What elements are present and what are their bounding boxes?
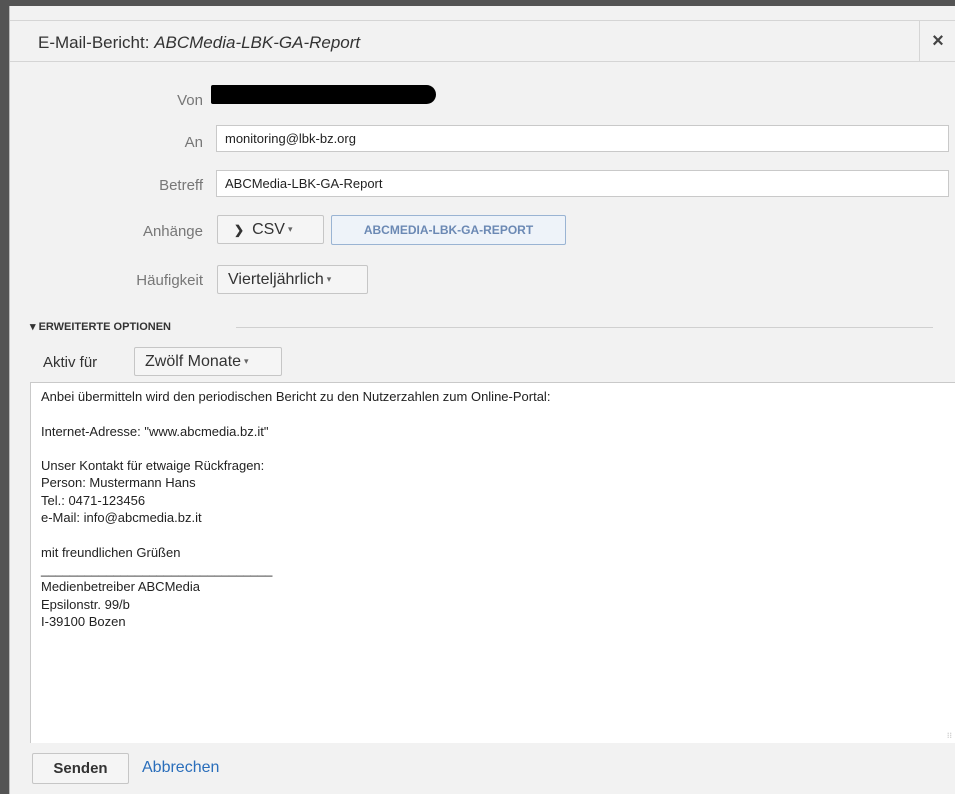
active-for-value: Zwölf Monate xyxy=(145,353,242,370)
email-report-dialog: E-Mail-Bericht: ABCMedia-LBK-GA-Report ×… xyxy=(9,6,955,794)
subject-field[interactable] xyxy=(216,170,949,197)
cancel-link[interactable]: Abbrechen xyxy=(142,759,219,777)
chevron-down-icon: ▾ xyxy=(287,224,293,235)
attachments-label: Anhänge xyxy=(142,223,203,240)
advanced-options-divider xyxy=(236,327,933,328)
chevron-down-icon: ▾ xyxy=(244,356,249,367)
from-value-redacted xyxy=(211,85,436,104)
to-field[interactable] xyxy=(216,125,949,152)
send-button[interactable]: Senden xyxy=(32,753,129,784)
dialog-title: E-Mail-Bericht: ABCMedia-LBK-GA-Report xyxy=(38,33,360,53)
active-for-label: Aktiv für xyxy=(43,354,98,371)
frequency-value: Vierteljährlich xyxy=(228,271,324,288)
attachment-format-dropdown[interactable]: ❯ CSV ▾ xyxy=(217,215,324,244)
message-body-textarea[interactable]: Anbei übermitteln wird den periodischen … xyxy=(30,382,955,744)
active-for-dropdown[interactable]: Zwölf Monate ▾ xyxy=(134,347,282,376)
csv-format-icon: ❯ xyxy=(234,223,245,237)
attachment-report-chip[interactable]: ABCMEDIA-LBK-GA-REPORT xyxy=(331,215,566,245)
frequency-dropdown[interactable]: Vierteljährlich ▾ xyxy=(217,265,368,294)
window-frame-left xyxy=(0,0,9,794)
subject-label: Betreff xyxy=(159,177,203,194)
close-icon[interactable]: × xyxy=(919,21,955,61)
advanced-options-toggle[interactable]: ▾ ERWEITERTE OPTIONEN xyxy=(30,320,171,333)
dialog-footer: Senden Abbrechen xyxy=(10,743,955,794)
dialog-titlebar: E-Mail-Bericht: ABCMedia-LBK-GA-Report × xyxy=(10,20,955,62)
frequency-label: Häufigkeit xyxy=(136,272,203,289)
dialog-title-report: ABCMedia-LBK-GA-Report xyxy=(154,33,361,52)
message-body-text: Anbei übermitteln wird den periodischen … xyxy=(41,389,551,629)
attachment-format-value: CSV xyxy=(252,221,285,238)
resize-grip-icon[interactable]: ⁝⁝ xyxy=(947,731,952,740)
from-label: Von xyxy=(177,92,203,109)
to-label: An xyxy=(184,134,203,151)
chevron-down-icon: ▾ xyxy=(326,274,332,285)
dialog-title-prefix: E-Mail-Bericht: xyxy=(38,33,155,52)
